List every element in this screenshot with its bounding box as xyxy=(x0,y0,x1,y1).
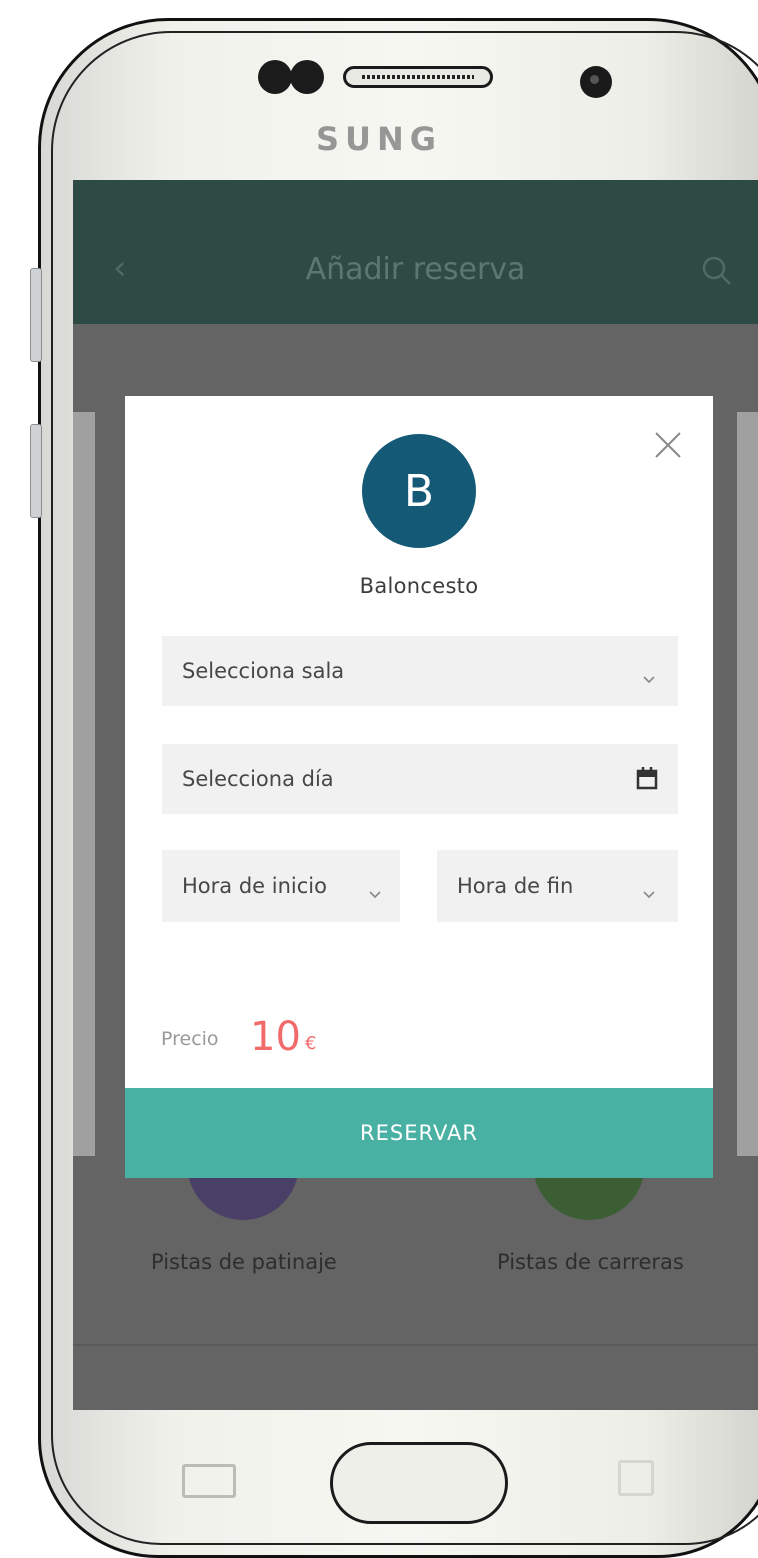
background-card-right xyxy=(737,412,758,1156)
list-item-label[interactable]: Pistas de carreras xyxy=(497,1250,684,1274)
chevron-down-icon xyxy=(368,880,382,904)
room-select[interactable]: Selecciona sala xyxy=(162,636,678,706)
sport-name: Baloncesto xyxy=(359,574,479,598)
home-button[interactable] xyxy=(330,1442,508,1524)
chevron-down-icon xyxy=(642,665,656,689)
calendar-icon xyxy=(636,766,658,795)
divider xyxy=(73,1344,758,1346)
day-select-label: Selecciona día xyxy=(182,767,334,791)
reserve-button[interactable]: RESERVAR xyxy=(125,1088,713,1178)
price-value: 10 xyxy=(250,1014,301,1060)
volume-down-button xyxy=(30,424,42,518)
start-time-label: Hora de inicio xyxy=(182,874,327,898)
reserve-button-label: RESERVAR xyxy=(360,1121,478,1145)
earpiece-speaker xyxy=(343,66,493,88)
avatar-letter: B xyxy=(403,465,435,517)
booking-dialog: B Baloncesto Selecciona sala Selecciona … xyxy=(125,396,713,1178)
app-bar: ‹ Añadir reserva xyxy=(73,180,758,324)
close-icon[interactable] xyxy=(653,430,683,460)
start-time-select[interactable]: Hora de inicio xyxy=(162,850,400,922)
avatar: B xyxy=(362,434,476,548)
page-title: Añadir reserva xyxy=(305,252,526,287)
brand-logo: SUNG xyxy=(315,120,443,158)
room-select-label: Selecciona sala xyxy=(182,659,345,683)
recent-apps-icon[interactable] xyxy=(182,1464,236,1498)
sensor-left-icon xyxy=(258,60,292,94)
search-icon[interactable] xyxy=(700,254,734,292)
volume-up-button xyxy=(30,268,42,362)
end-time-select[interactable]: Hora de fin xyxy=(437,850,678,922)
day-select[interactable]: Selecciona día xyxy=(162,744,678,814)
end-time-label: Hora de fin xyxy=(457,874,574,898)
price-label: Precio xyxy=(161,1028,219,1050)
chevron-down-icon xyxy=(642,880,656,904)
price-currency: € xyxy=(305,1033,317,1054)
front-camera-icon xyxy=(580,66,612,98)
list-item-label[interactable]: Pistas de patinaje xyxy=(151,1250,337,1274)
back-key-icon[interactable] xyxy=(618,1460,654,1496)
sensor-right-icon xyxy=(290,60,324,94)
background-card-left xyxy=(73,412,95,1156)
